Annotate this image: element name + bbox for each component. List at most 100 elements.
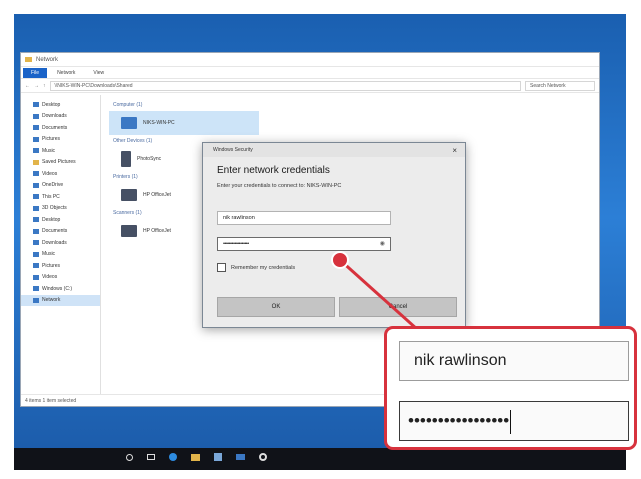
- music-icon: [33, 251, 39, 257]
- cancel-button[interactable]: Cancel: [339, 297, 457, 317]
- text-caret: [510, 409, 512, 434]
- close-icon[interactable]: ×: [452, 146, 457, 155]
- nav-item-label: Videos: [42, 274, 58, 281]
- username-field[interactable]: nik rawlinson: [217, 211, 391, 225]
- nav-item[interactable]: OneDrive: [21, 180, 100, 192]
- nav-item-label: Music: [42, 251, 56, 258]
- item-label: PhotoSync: [137, 156, 162, 162]
- checkbox-box[interactable]: [217, 263, 226, 272]
- address-path[interactable]: \\NIKS-WIN-PC\Downloads\Shared: [49, 80, 521, 91]
- ok-button[interactable]: OK: [217, 297, 335, 317]
- nav-item-label: Downloads: [42, 113, 67, 120]
- computer-icon: [121, 117, 137, 129]
- remember-credentials-checkbox[interactable]: Remember my credentials: [217, 263, 295, 272]
- picture-icon: [33, 263, 39, 269]
- nav-item-label: 3D Objects: [42, 205, 67, 212]
- nav-item-label: Pictures: [42, 262, 61, 269]
- dialog-subtitle: Enter your credentials to connect to: NI…: [217, 183, 342, 189]
- nav-item-label: Windows (C:): [42, 285, 73, 292]
- nav-item[interactable]: Videos: [21, 272, 100, 284]
- nav-item[interactable]: Documents: [21, 226, 100, 238]
- nav-item-network[interactable]: Network: [21, 294, 100, 306]
- search-icon[interactable]: [126, 453, 133, 461]
- group-title[interactable]: Computer (1): [109, 99, 599, 111]
- taskbar: [14, 448, 626, 470]
- address-bar: ← → ↑ \\NIKS-WIN-PC\Downloads\Shared Sea…: [21, 79, 599, 93]
- ribbon-tab-view[interactable]: View: [85, 68, 112, 78]
- nav-item-label: OneDrive: [42, 182, 64, 189]
- picture-icon: [33, 136, 39, 142]
- folder-icon: [25, 57, 32, 62]
- list-item[interactable]: NIKS-WIN-PC: [109, 111, 259, 135]
- nav-item[interactable]: Desktop: [21, 99, 100, 111]
- back-arrow-icon[interactable]: ←: [25, 83, 30, 89]
- nav-item[interactable]: Desktop: [21, 214, 100, 226]
- download-icon: [33, 113, 39, 119]
- settings-icon[interactable]: [259, 453, 267, 461]
- store-icon[interactable]: [214, 453, 222, 461]
- device-icon: [121, 151, 131, 167]
- nav-item[interactable]: Pictures: [21, 134, 100, 146]
- ribbon-tab-network[interactable]: Network: [49, 68, 83, 78]
- nav-item[interactable]: Downloads: [21, 111, 100, 123]
- search-input[interactable]: Search Network: [525, 80, 595, 91]
- explorer-title: Network: [36, 56, 59, 63]
- nav-item-label: Documents: [42, 124, 68, 131]
- explorer-titlebar: Network: [21, 53, 599, 67]
- nav-item-label: Pictures: [42, 136, 61, 143]
- nav-item[interactable]: Windows (C:): [21, 283, 100, 295]
- video-icon: [33, 171, 39, 177]
- nav-item-label: This PC: [42, 193, 60, 200]
- nav-item-label: Music: [42, 147, 56, 154]
- password-field[interactable]: •••••••••••••••••• ◉: [217, 237, 391, 251]
- nav-item[interactable]: Music: [21, 145, 100, 157]
- taskbar-icons: [126, 453, 267, 461]
- remember-label: Remember my credentials: [231, 264, 296, 271]
- ribbon-tab-file[interactable]: File: [23, 67, 48, 78]
- download-icon: [33, 240, 39, 246]
- nav-item[interactable]: 3D Objects: [21, 203, 100, 215]
- nav-item-label: Downloads: [42, 239, 67, 246]
- nav-item[interactable]: Pictures: [21, 260, 100, 272]
- nav-item[interactable]: Saved Pictures: [21, 157, 100, 169]
- desktop-icon: [33, 217, 39, 223]
- document-icon: [33, 228, 39, 234]
- navigation-pane: Desktop Downloads Documents Pictures Mus…: [21, 95, 101, 394]
- reveal-password-icon[interactable]: ◉: [380, 238, 385, 250]
- password-value: ••••••••••••••••••: [223, 241, 249, 247]
- zoom-callout: nik rawlinson •••••••••••••••••: [384, 326, 637, 450]
- taskview-icon[interactable]: [147, 454, 155, 460]
- item-label: HP OfficeJet: [143, 228, 171, 234]
- edge-icon[interactable]: [169, 453, 177, 461]
- cloud-icon: [33, 182, 39, 188]
- printer-icon: [121, 189, 137, 201]
- nav-item-label: Desktop: [42, 101, 61, 108]
- nav-item-label: Documents: [42, 228, 68, 235]
- nav-item[interactable]: Documents: [21, 122, 100, 134]
- dialog-window-title: Windows Security: [213, 147, 253, 153]
- up-arrow-icon[interactable]: ↑: [43, 83, 46, 89]
- explorer-icon[interactable]: [191, 453, 200, 461]
- nav-item[interactable]: Downloads: [21, 237, 100, 249]
- nav-item[interactable]: Videos: [21, 168, 100, 180]
- nav-item-label: Desktop: [42, 216, 61, 223]
- screenshot-stage: Network File Network View ← → ↑ \\NIKS-W…: [0, 0, 641, 479]
- status-text: 4 items 1 item selected: [25, 397, 77, 404]
- zoomed-username-field[interactable]: nik rawlinson: [399, 341, 629, 381]
- network-icon: [33, 297, 39, 303]
- forward-arrow-icon[interactable]: →: [34, 83, 39, 89]
- mail-icon[interactable]: [236, 454, 245, 460]
- credentials-dialog: Windows Security × Enter network credent…: [202, 142, 466, 328]
- zoomed-password-field[interactable]: •••••••••••••••••: [399, 401, 629, 441]
- document-icon: [33, 125, 39, 131]
- dialog-heading: Enter network credentials: [217, 165, 330, 176]
- item-label: NIKS-WIN-PC: [143, 120, 175, 126]
- nav-item[interactable]: Music: [21, 249, 100, 261]
- computer-icon: [33, 194, 39, 200]
- dialog-titlebar: Windows Security ×: [203, 143, 465, 157]
- folder-icon: [33, 159, 39, 165]
- nav-item[interactable]: This PC: [21, 191, 100, 203]
- video-icon: [33, 274, 39, 280]
- scanner-icon: [121, 225, 137, 237]
- zoomed-password-value: •••••••••••••••••: [408, 411, 510, 430]
